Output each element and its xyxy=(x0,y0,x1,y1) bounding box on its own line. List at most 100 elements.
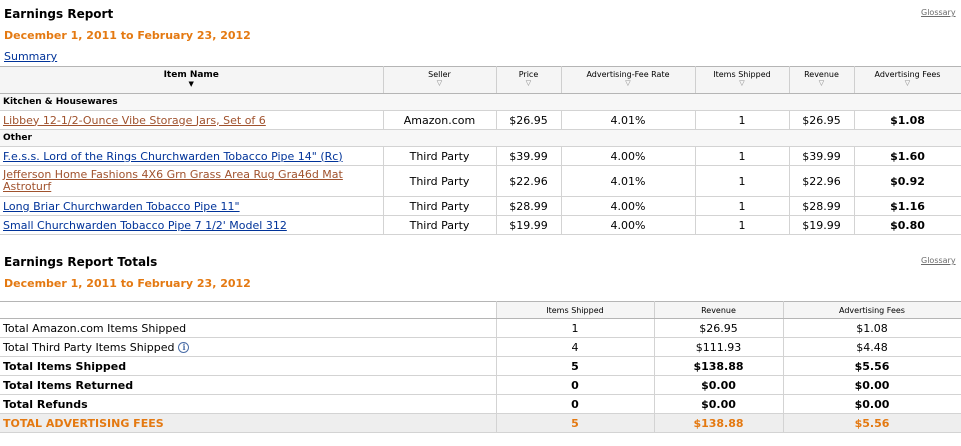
seller-cell: Amazon.com xyxy=(383,110,497,130)
col-label: Revenue xyxy=(804,70,839,79)
price-cell: $19.99 xyxy=(496,215,562,235)
shipped-cell: 5 xyxy=(496,356,655,376)
summary-link[interactable]: Summary xyxy=(4,50,57,63)
rate-cell: 4.01% xyxy=(561,110,696,130)
col-advertising-fees: Advertising Fees xyxy=(783,301,961,319)
sort-arrow-icon: ▽ xyxy=(525,79,532,87)
revenue-cell: $138.88 xyxy=(654,356,784,376)
revenue-cell: $111.93 xyxy=(654,337,784,357)
sort-arrow-icon: ▽ xyxy=(739,79,745,87)
totals-label-cell: Total Third Party Items Shipped i xyxy=(0,337,497,357)
shipped-cell: 1 xyxy=(695,165,790,197)
fees-cell: $1.16 xyxy=(854,196,961,216)
totals-row-grand: TOTAL ADVERTISING FEES 5 $138.88 $5.56 xyxy=(0,413,961,433)
revenue-cell: $26.95 xyxy=(654,318,784,338)
col-label: Advertising Fees xyxy=(874,70,941,79)
rate-cell: 4.01% xyxy=(561,165,696,197)
totals-title: Earnings Report Totals xyxy=(4,255,158,269)
col-items-shipped[interactable]: Items Shipped ▽ xyxy=(695,66,790,94)
totals-label: Total Third Party Items Shipped xyxy=(3,340,175,354)
totals-header-blank xyxy=(0,301,497,319)
col-fee-rate[interactable]: Advertising-Fee Rate ▽ xyxy=(561,66,696,94)
rate-cell: 4.00% xyxy=(561,215,696,235)
price-cell: $22.96 xyxy=(496,165,562,197)
shipped-cell: 0 xyxy=(496,375,655,395)
item-cell: Long Briar Churchwarden Tobacco Pipe 11" xyxy=(0,196,384,216)
seller-cell: Third Party xyxy=(383,215,497,235)
col-revenue: Revenue xyxy=(654,301,784,319)
shipped-cell: 1 xyxy=(695,110,790,130)
category-row: Other xyxy=(0,129,961,147)
revenue-cell: $19.99 xyxy=(789,215,855,235)
sort-arrow-icon: ▽ xyxy=(625,79,631,87)
col-revenue[interactable]: Revenue ▽ xyxy=(789,66,855,94)
shipped-cell: 4 xyxy=(496,337,655,357)
revenue-cell: $138.88 xyxy=(654,413,784,433)
totals-label: TOTAL ADVERTISING FEES xyxy=(0,413,497,433)
glossary-link[interactable]: Glossary xyxy=(921,8,956,17)
col-label: Item Name xyxy=(163,70,219,80)
col-advertising-fees[interactable]: Advertising Fees ▽ xyxy=(854,66,961,94)
rate-cell: 4.00% xyxy=(561,146,696,166)
item-link[interactable]: Small Churchwarden Tobacco Pipe 7 1/2' M… xyxy=(3,219,287,232)
fees-cell: $0.00 xyxy=(783,394,961,414)
totals-date-range: December 1, 2011 to February 23, 2012 xyxy=(4,277,251,290)
totals-row: Total Third Party Items Shipped i 4 $111.… xyxy=(0,337,961,357)
totals-row: Total Items Shipped 5 $138.88 $5.56 xyxy=(0,356,961,376)
col-item-name[interactable]: Item Name ▼ xyxy=(0,66,384,94)
fees-cell: $0.92 xyxy=(854,165,961,197)
item-link[interactable]: F.e.s.s. Lord of the Rings Churchwarden … xyxy=(3,150,343,163)
col-items-shipped: Items Shipped xyxy=(496,301,655,319)
col-label: Advertising-Fee Rate xyxy=(586,70,670,79)
fees-cell: $1.08 xyxy=(783,318,961,338)
col-price[interactable]: Price ▽ xyxy=(496,66,562,94)
revenue-cell: $28.99 xyxy=(789,196,855,216)
table-row: Libbey 12-1/2-Ounce Vibe Storage Jars, S… xyxy=(0,110,961,130)
item-link[interactable]: Long Briar Churchwarden Tobacco Pipe 11" xyxy=(3,200,240,213)
table-row: Jefferson Home Fashions 4X6 Grn Grass Ar… xyxy=(0,165,961,197)
report-date-range: December 1, 2011 to February 23, 2012 xyxy=(4,29,251,42)
col-seller[interactable]: Seller ▽ xyxy=(383,66,497,94)
shipped-cell: 0 xyxy=(496,394,655,414)
item-link[interactable]: Jefferson Home Fashions 4X6 Grn Grass Ar… xyxy=(3,168,343,193)
sort-arrow-icon: ▽ xyxy=(818,79,825,87)
col-label: Items Shipped xyxy=(713,70,771,79)
category-label: Kitchen & Housewares xyxy=(0,93,961,111)
fees-cell: $1.60 xyxy=(854,146,961,166)
fees-cell: $5.56 xyxy=(783,413,961,433)
shipped-cell: 1 xyxy=(496,318,655,338)
fees-cell: $1.08 xyxy=(854,110,961,130)
revenue-cell: $0.00 xyxy=(654,394,784,414)
revenue-cell: $26.95 xyxy=(789,110,855,130)
totals-row: Total Amazon.com Items Shipped 1 $26.95 … xyxy=(0,318,961,338)
table-header-row: Item Name ▼ Seller ▽ Price ▽ Advertising-Fe… xyxy=(0,66,961,94)
fees-cell: $4.48 xyxy=(783,337,961,357)
totals-row: Total Items Returned 0 $0.00 $0.00 xyxy=(0,375,961,395)
table-row: Long Briar Churchwarden Tobacco Pipe 11"… xyxy=(0,196,961,216)
price-cell: $39.99 xyxy=(496,146,562,166)
col-label: Price xyxy=(518,70,539,79)
sort-arrow-icon: ▼ xyxy=(188,80,194,88)
category-row: Kitchen & Housewares xyxy=(0,93,961,111)
totals-label: Total Items Returned xyxy=(0,375,497,395)
shipped-cell: 5 xyxy=(496,413,655,433)
item-link[interactable]: Libbey 12-1/2-Ounce Vibe Storage Jars, S… xyxy=(3,114,266,127)
totals-table: Items Shipped Revenue Advertising Fees T… xyxy=(0,301,961,433)
item-cell: Jefferson Home Fashions 4X6 Grn Grass Ar… xyxy=(0,165,384,197)
price-cell: $26.95 xyxy=(496,110,562,130)
category-label: Other xyxy=(0,129,961,147)
seller-cell: Third Party xyxy=(383,146,497,166)
revenue-cell: $22.96 xyxy=(789,165,855,197)
glossary-link[interactable]: Glossary xyxy=(921,256,956,265)
col-label: Seller xyxy=(428,70,451,79)
seller-cell: Third Party xyxy=(383,165,497,197)
shipped-cell: 1 xyxy=(695,146,790,166)
price-cell: $28.99 xyxy=(496,196,562,216)
fees-cell: $0.80 xyxy=(854,215,961,235)
info-icon[interactable]: i xyxy=(178,341,190,353)
table-row: F.e.s.s. Lord of the Rings Churchwarden … xyxy=(0,146,961,166)
table-row: Small Churchwarden Tobacco Pipe 7 1/2' M… xyxy=(0,215,961,235)
sort-arrow-icon: ▽ xyxy=(436,79,443,87)
fees-cell: $0.00 xyxy=(783,375,961,395)
rate-cell: 4.00% xyxy=(561,196,696,216)
